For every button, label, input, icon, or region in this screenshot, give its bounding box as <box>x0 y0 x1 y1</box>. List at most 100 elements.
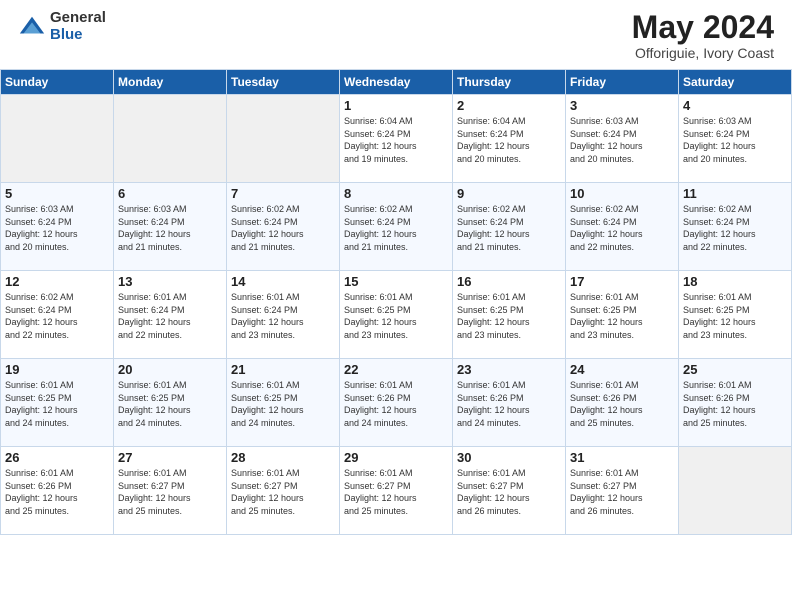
calendar-cell: 13 Sunrise: 6:01 AM Sunset: 6:24 PM Dayli… <box>114 271 227 359</box>
days-header-row: Sunday Monday Tuesday Wednesday Thursday… <box>1 70 792 95</box>
page: General Blue May 2024 Offoriguie, Ivory … <box>0 0 792 612</box>
calendar-cell: 6 Sunrise: 6:03 AM Sunset: 6:24 PM Daylig… <box>114 183 227 271</box>
calendar-cell: 27 Sunrise: 6:01 AM Sunset: 6:27 PM Dayli… <box>114 447 227 535</box>
calendar-cell: 3 Sunrise: 6:03 AM Sunset: 6:24 PM Daylig… <box>566 95 679 183</box>
day-number: 22 <box>344 362 448 377</box>
header-monday: Monday <box>114 70 227 95</box>
calendar-cell: 17Sunrise: 6:01 AM Sunset: 6:25 PM Dayli… <box>566 271 679 359</box>
calendar-cell: 10 Sunrise: 6:02 AM Sunset: 6:24 PM Dayli… <box>566 183 679 271</box>
day-info: Sunrise: 6:01 AM Sunset: 6:27 PM Dayligh… <box>570 467 674 517</box>
day-info: Sunrise: 6:03 AM Sunset: 6:24 PM Dayligh… <box>5 203 109 253</box>
day-number: 12 <box>5 274 109 289</box>
day-number: 25 <box>683 362 787 377</box>
calendar-cell: 29 Sunrise: 6:01 AM Sunset: 6:27 PM Dayli… <box>340 447 453 535</box>
calendar-cell: 25 Sunrise: 6:01 AM Sunset: 6:26 PM Dayli… <box>679 359 792 447</box>
day-info: Sunrise: 6:03 AM Sunset: 6:24 PM Dayligh… <box>118 203 222 253</box>
day-info: Sunrise: 6:01 AM Sunset: 6:25 PM Dayligh… <box>683 291 787 341</box>
day-number: 3 <box>570 98 674 113</box>
calendar-cell: 16 Sunrise: 6:01 AM Sunset: 6:25 PM Dayli… <box>453 271 566 359</box>
calendar-cell <box>114 95 227 183</box>
day-info: Sunrise: 6:04 AM Sunset: 6:24 PM Dayligh… <box>344 115 448 165</box>
week-row-2: 5 Sunrise: 6:03 AM Sunset: 6:24 PM Daylig… <box>1 183 792 271</box>
calendar-cell: 4Sunrise: 6:03 AM Sunset: 6:24 PM Daylig… <box>679 95 792 183</box>
logo-general: General <box>50 10 106 27</box>
day-number: 14 <box>231 274 335 289</box>
calendar-cell: 23Sunrise: 6:01 AM Sunset: 6:26 PM Dayli… <box>453 359 566 447</box>
day-info: Sunrise: 6:01 AM Sunset: 6:27 PM Dayligh… <box>344 467 448 517</box>
day-number: 20 <box>118 362 222 377</box>
day-info: Sunrise: 6:02 AM Sunset: 6:24 PM Dayligh… <box>5 291 109 341</box>
week-row-3: 12 Sunrise: 6:02 AM Sunset: 6:24 PM Dayli… <box>1 271 792 359</box>
day-number: 16 <box>457 274 561 289</box>
calendar-cell: 20 Sunrise: 6:01 AM Sunset: 6:25 PM Dayli… <box>114 359 227 447</box>
day-info: Sunrise: 6:01 AM Sunset: 6:25 PM Dayligh… <box>570 291 674 341</box>
day-number: 27 <box>118 450 222 465</box>
day-info: Sunrise: 6:03 AM Sunset: 6:24 PM Dayligh… <box>570 115 674 165</box>
calendar-cell <box>1 95 114 183</box>
day-number: 28 <box>231 450 335 465</box>
header-friday: Friday <box>566 70 679 95</box>
calendar-cell: 26Sunrise: 6:01 AM Sunset: 6:26 PM Dayli… <box>1 447 114 535</box>
header-tuesday: Tuesday <box>227 70 340 95</box>
calendar-cell: 31 Sunrise: 6:01 AM Sunset: 6:27 PM Dayli… <box>566 447 679 535</box>
calendar-cell: 24 Sunrise: 6:01 AM Sunset: 6:26 PM Dayli… <box>566 359 679 447</box>
day-info: Sunrise: 6:01 AM Sunset: 6:26 PM Dayligh… <box>570 379 674 429</box>
title-block: May 2024 Offoriguie, Ivory Coast <box>632 10 774 61</box>
calendar-cell: 15 Sunrise: 6:01 AM Sunset: 6:25 PM Dayli… <box>340 271 453 359</box>
day-number: 1 <box>344 98 448 113</box>
calendar-cell: 7 Sunrise: 6:02 AM Sunset: 6:24 PM Daylig… <box>227 183 340 271</box>
title-location: Offoriguie, Ivory Coast <box>632 45 774 61</box>
day-info: Sunrise: 6:02 AM Sunset: 6:24 PM Dayligh… <box>457 203 561 253</box>
calendar-cell <box>227 95 340 183</box>
day-number: 7 <box>231 186 335 201</box>
calendar-cell: 2Sunrise: 6:04 AM Sunset: 6:24 PM Daylig… <box>453 95 566 183</box>
day-info: Sunrise: 6:01 AM Sunset: 6:26 PM Dayligh… <box>683 379 787 429</box>
logo-blue: Blue <box>50 27 106 44</box>
day-info: Sunrise: 6:01 AM Sunset: 6:24 PM Dayligh… <box>118 291 222 341</box>
calendar-cell: 5 Sunrise: 6:03 AM Sunset: 6:24 PM Daylig… <box>1 183 114 271</box>
day-info: Sunrise: 6:01 AM Sunset: 6:27 PM Dayligh… <box>118 467 222 517</box>
day-number: 21 <box>231 362 335 377</box>
day-info: Sunrise: 6:01 AM Sunset: 6:27 PM Dayligh… <box>457 467 561 517</box>
day-info: Sunrise: 6:04 AM Sunset: 6:24 PM Dayligh… <box>457 115 561 165</box>
day-number: 31 <box>570 450 674 465</box>
day-number: 13 <box>118 274 222 289</box>
day-info: Sunrise: 6:02 AM Sunset: 6:24 PM Dayligh… <box>570 203 674 253</box>
day-info: Sunrise: 6:01 AM Sunset: 6:25 PM Dayligh… <box>344 291 448 341</box>
logo: General Blue <box>18 10 106 43</box>
calendar-cell: 18Sunrise: 6:01 AM Sunset: 6:25 PM Dayli… <box>679 271 792 359</box>
calendar-cell: 9Sunrise: 6:02 AM Sunset: 6:24 PM Daylig… <box>453 183 566 271</box>
day-info: Sunrise: 6:01 AM Sunset: 6:25 PM Dayligh… <box>118 379 222 429</box>
week-row-4: 19 Sunrise: 6:01 AM Sunset: 6:25 PM Dayli… <box>1 359 792 447</box>
week-row-1: 1 Sunrise: 6:04 AM Sunset: 6:24 PM Daylig… <box>1 95 792 183</box>
day-info: Sunrise: 6:02 AM Sunset: 6:24 PM Dayligh… <box>231 203 335 253</box>
header-sunday: Sunday <box>1 70 114 95</box>
day-number: 24 <box>570 362 674 377</box>
title-month: May 2024 <box>632 10 774 45</box>
calendar-cell: 19Sunrise: 6:01 AM Sunset: 6:25 PM Dayli… <box>1 359 114 447</box>
day-number: 19 <box>5 362 109 377</box>
day-info: Sunrise: 6:01 AM Sunset: 6:24 PM Dayligh… <box>231 291 335 341</box>
calendar-cell: 28Sunrise: 6:01 AM Sunset: 6:27 PM Dayli… <box>227 447 340 535</box>
day-number: 29 <box>344 450 448 465</box>
day-number: 11 <box>683 186 787 201</box>
header-saturday: Saturday <box>679 70 792 95</box>
day-number: 8 <box>344 186 448 201</box>
calendar-cell <box>679 447 792 535</box>
calendar-cell: 21 Sunrise: 6:01 AM Sunset: 6:25 PM Dayli… <box>227 359 340 447</box>
day-number: 10 <box>570 186 674 201</box>
day-info: Sunrise: 6:01 AM Sunset: 6:26 PM Dayligh… <box>5 467 109 517</box>
day-number: 15 <box>344 274 448 289</box>
day-info: Sunrise: 6:01 AM Sunset: 6:25 PM Dayligh… <box>457 291 561 341</box>
day-number: 23 <box>457 362 561 377</box>
calendar-cell: 14 Sunrise: 6:01 AM Sunset: 6:24 PM Dayli… <box>227 271 340 359</box>
day-info: Sunrise: 6:01 AM Sunset: 6:25 PM Dayligh… <box>231 379 335 429</box>
day-number: 5 <box>5 186 109 201</box>
calendar-cell: 11Sunrise: 6:02 AM Sunset: 6:24 PM Dayli… <box>679 183 792 271</box>
header-wednesday: Wednesday <box>340 70 453 95</box>
calendar: Sunday Monday Tuesday Wednesday Thursday… <box>0 69 792 535</box>
day-number: 6 <box>118 186 222 201</box>
header-thursday: Thursday <box>453 70 566 95</box>
calendar-cell: 1 Sunrise: 6:04 AM Sunset: 6:24 PM Daylig… <box>340 95 453 183</box>
day-info: Sunrise: 6:01 AM Sunset: 6:26 PM Dayligh… <box>344 379 448 429</box>
